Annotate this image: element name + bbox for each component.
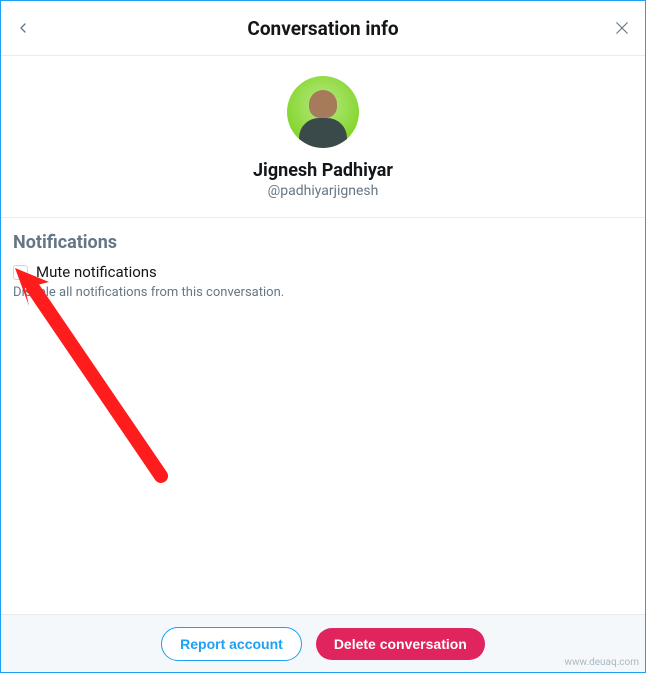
close-icon xyxy=(613,19,631,37)
conversation-info-panel: Conversation info Jignesh Padhiyar @padh… xyxy=(0,0,646,673)
back-button[interactable] xyxy=(15,20,31,36)
mute-label: Mute notifications xyxy=(36,263,157,281)
notifications-section: Notifications Mute notifications Disable… xyxy=(1,218,645,314)
profile-name[interactable]: Jignesh Padhiyar xyxy=(1,160,645,181)
mute-notifications-row[interactable]: Mute notifications xyxy=(13,263,633,281)
avatar[interactable] xyxy=(287,76,359,148)
footer: Report account Delete conversation xyxy=(1,614,645,672)
header: Conversation info xyxy=(1,1,645,56)
page-title: Conversation info xyxy=(247,17,398,40)
notifications-heading: Notifications xyxy=(13,232,633,253)
report-account-button[interactable]: Report account xyxy=(161,627,302,661)
profile-handle[interactable]: @padhiyarjignesh xyxy=(1,183,645,199)
mute-description: Disable all notifications from this conv… xyxy=(13,285,633,300)
close-button[interactable] xyxy=(613,19,631,37)
profile-section: Jignesh Padhiyar @padhiyarjignesh xyxy=(1,56,645,218)
chevron-left-icon xyxy=(15,20,31,36)
delete-conversation-button[interactable]: Delete conversation xyxy=(316,628,485,660)
watermark: www.deuaq.com xyxy=(565,657,640,668)
mute-checkbox[interactable] xyxy=(13,265,28,280)
